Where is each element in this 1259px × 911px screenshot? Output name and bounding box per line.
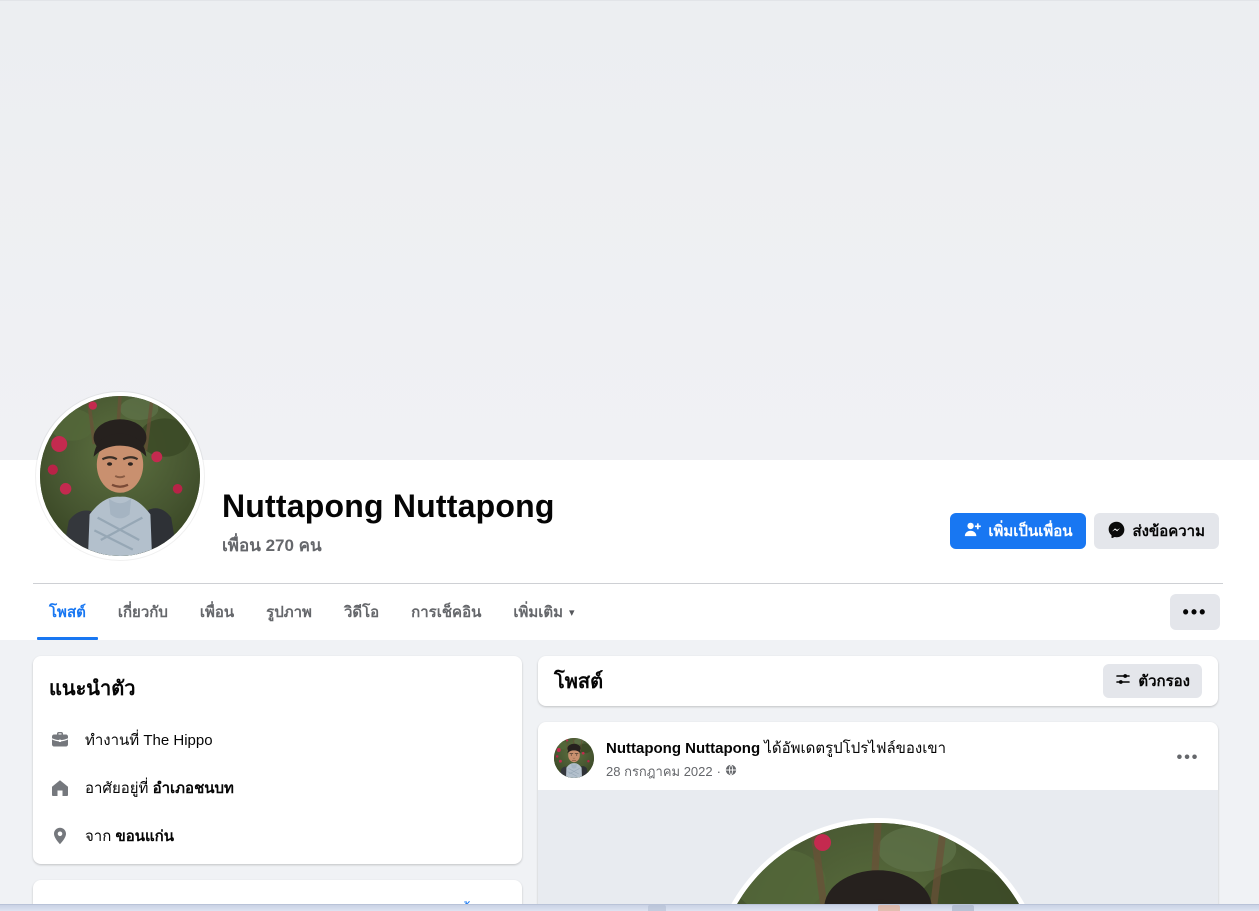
friends-count[interactable]: เพื่อน 270 คน (222, 532, 555, 559)
post-meta: 28 กรกฎาคม 2022 · (606, 761, 1202, 782)
profile-tabbar: โพสต์ เกี่ยวกับ เพื่อน รูปภาพ วิดีโอ การ… (33, 584, 1223, 640)
intro-work-row: ทำงานที่ The Hippo (49, 728, 506, 752)
page-title: Nuttapong Nuttapong (222, 488, 555, 524)
globe-icon (725, 764, 737, 779)
home-icon (49, 777, 71, 799)
tab-videos[interactable]: วิดีโอ (328, 584, 395, 640)
main-content: แนะนำตัว ทำงานที่ The Hippo อาศัยอยู่ที่… (33, 656, 1226, 911)
intro-from-text: จาก ขอนแก่น (85, 828, 174, 845)
post-menu-button[interactable]: ••• (1170, 740, 1206, 776)
taskbar-app-hint (878, 905, 900, 911)
post-date-link[interactable]: 28 กรกฎาคม 2022 (606, 761, 713, 782)
ellipsis-icon: ••• (1182, 602, 1208, 622)
tab-photos[interactable]: รูปภาพ (250, 584, 328, 640)
add-friend-button[interactable]: เพิ่มเป็นเพื่อน (950, 513, 1087, 549)
lives-place-link[interactable]: อำเภอชนบท (153, 780, 234, 797)
tab-friends[interactable]: เพื่อน (184, 584, 250, 640)
left-column: แนะนำตัว ทำงานที่ The Hippo อาศัยอยู่ที่… (33, 656, 522, 911)
tab-checkins[interactable]: การเช็คอิน (395, 584, 497, 640)
posts-filter-label: ตัวกรอง (1138, 673, 1190, 690)
post-photo-area[interactable] (538, 790, 1218, 911)
tab-overflow-button[interactable]: ••• (1170, 594, 1220, 630)
intro-from-row: จาก ขอนแก่น (49, 824, 506, 848)
post-action: ได้อัพเดตรูปโปรไฟล์ของเขา (764, 740, 947, 757)
right-column: โพสต์ ตัวกรอง Nuttapong Nuttapong ได้อัพ… (538, 656, 1218, 911)
intro-lives-text: อาศัยอยู่ที่ อำเภอชนบท (85, 780, 234, 797)
filters-icon (1115, 671, 1131, 691)
add-friend-label: เพิ่มเป็นเพื่อน (988, 523, 1073, 540)
tab-more[interactable]: เพิ่มเติม ▾ (497, 584, 590, 640)
tab-posts[interactable]: โพสต์ (33, 584, 102, 640)
intro-work-text: ทำงานที่ The Hippo (85, 732, 213, 749)
location-pin-icon (49, 825, 71, 847)
cover-photo-area[interactable] (0, 0, 1259, 460)
post-header: Nuttapong Nuttapong ได้อัพเดตรูปโปรไฟล์ข… (538, 722, 1218, 790)
meta-separator: · (716, 764, 721, 779)
add-friend-icon (964, 521, 982, 542)
post-profile-photo[interactable] (710, 818, 1046, 911)
send-message-button[interactable]: ส่งข้อความ (1094, 513, 1219, 549)
posts-panel-header: โพสต์ ตัวกรอง (538, 656, 1218, 706)
name-block: Nuttapong Nuttapong เพื่อน 270 คน (222, 488, 555, 559)
briefcase-icon (49, 729, 71, 751)
facebook-profile-page: Nuttapong Nuttapong เพื่อน 270 คน เพิ่มเ… (0, 0, 1259, 911)
post-card: Nuttapong Nuttapong ได้อัพเดตรูปโปรไฟล์ข… (538, 722, 1218, 911)
windows-taskbar-edge[interactable] (0, 904, 1259, 911)
send-message-label: ส่งข้อความ (1132, 523, 1205, 540)
intro-card: แนะนำตัว ทำงานที่ The Hippo อาศัยอยู่ที่… (33, 656, 522, 864)
posts-filter-button[interactable]: ตัวกรอง (1103, 664, 1202, 698)
from-place-link[interactable]: ขอนแก่น (115, 828, 174, 845)
posts-panel-title: โพสต์ (554, 671, 604, 693)
intro-title: แนะนำตัว (49, 678, 136, 700)
taskbar-app-hint (952, 905, 974, 911)
chevron-down-icon: ▾ (569, 606, 575, 619)
messenger-icon (1108, 521, 1125, 542)
intro-lives-row: อาศัยอยู่ที่ อำเภอชนบท (49, 776, 506, 800)
post-title: Nuttapong Nuttapong ได้อัพเดตรูปโปรไฟล์ข… (606, 739, 1202, 758)
ellipsis-icon: ••• (1176, 749, 1200, 766)
post-author-avatar[interactable] (554, 738, 594, 778)
taskbar-app-hint (648, 905, 666, 911)
tab-about[interactable]: เกี่ยวกับ (102, 584, 184, 640)
profile-picture[interactable] (36, 392, 204, 560)
profile-actions: เพิ่มเป็นเพื่อน ส่งข้อความ (950, 513, 1219, 549)
post-author-link[interactable]: Nuttapong Nuttapong (606, 740, 760, 757)
